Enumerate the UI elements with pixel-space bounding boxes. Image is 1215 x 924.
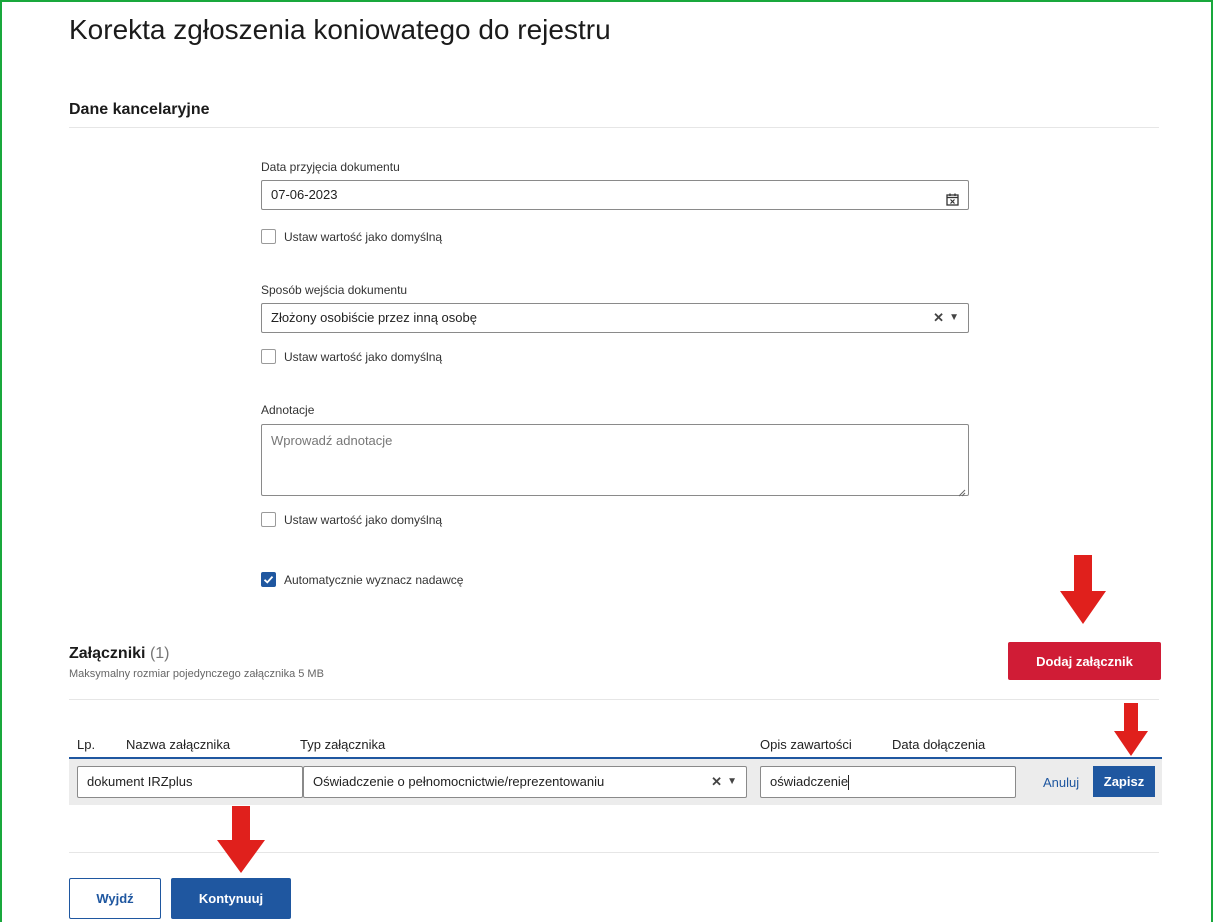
attachment-type-value: Oświadczenie o pełnomocnictwie/reprezent… bbox=[313, 774, 605, 789]
date-label: Data przyjęcia dokumentu bbox=[261, 160, 400, 174]
column-header-date: Data dołączenia bbox=[892, 737, 986, 752]
attachment-name-input[interactable]: dokument IRZplus bbox=[77, 766, 303, 798]
notes-default-row: Ustaw wartość jako domyślną bbox=[261, 512, 442, 527]
annotation-arrow-continue bbox=[217, 806, 265, 873]
column-header-name: Nazwa załącznika bbox=[126, 737, 231, 752]
attachment-type-select[interactable]: Oświadczenie o pełnomocnictwie/reprezent… bbox=[303, 766, 747, 798]
chevron-down-icon[interactable]: ▼ bbox=[727, 767, 737, 797]
page-title: Korekta zgłoszenia koniowatego do rejest… bbox=[69, 14, 611, 45]
text-cursor bbox=[848, 775, 850, 791]
resize-handle-icon[interactable] bbox=[958, 485, 966, 497]
attachments-subtitle: Maksymalny rozmiar pojedynczego załączni… bbox=[69, 668, 324, 680]
method-default-label: Ustaw wartość jako domyślną bbox=[284, 349, 443, 364]
method-default-row: Ustaw wartość jako domyślną bbox=[261, 349, 442, 364]
date-value: 07-06-2023 bbox=[271, 187, 338, 202]
save-button[interactable]: Zapisz bbox=[1093, 766, 1155, 797]
attachment-description-value: oświadczenie bbox=[770, 774, 849, 789]
column-header-type: Typ załącznika bbox=[300, 737, 386, 752]
notes-default-checkbox[interactable] bbox=[261, 512, 276, 527]
auto-sender-checkbox[interactable] bbox=[261, 572, 276, 587]
chevron-down-icon[interactable]: ▼ bbox=[949, 304, 959, 332]
method-select[interactable]: Złożony osobiście przez inną osobę ✕ ▼ bbox=[261, 303, 969, 333]
attachments-count: (1) bbox=[149, 645, 170, 662]
attachments-title: Załączniki (1) bbox=[69, 645, 170, 663]
add-attachment-button[interactable]: Dodaj załącznik bbox=[1008, 642, 1161, 680]
column-header-description: Opis zawartości bbox=[760, 737, 852, 752]
attachments-divider bbox=[69, 699, 1159, 700]
date-default-row: Ustaw wartość jako domyślną bbox=[261, 229, 442, 244]
attachment-description-input[interactable]: oświadczenie bbox=[760, 766, 1016, 798]
section-divider bbox=[69, 127, 1159, 128]
method-value: Złożony osobiście przez inną osobę bbox=[271, 310, 477, 325]
annotation-arrow-save bbox=[1114, 703, 1148, 756]
section-title: Dane kancelaryjne bbox=[69, 101, 210, 118]
continue-button[interactable]: Kontynuuj bbox=[171, 878, 291, 919]
notes-label: Adnotacje bbox=[261, 403, 315, 417]
auto-sender-label: Automatycznie wyznacz nadawcę bbox=[284, 572, 464, 587]
date-default-checkbox[interactable] bbox=[261, 229, 276, 244]
notes-placeholder: Wprowadź adnotacje bbox=[271, 433, 393, 448]
notes-default-label: Ustaw wartość jako domyślną bbox=[284, 512, 443, 527]
checkmark-icon bbox=[263, 575, 274, 584]
cancel-link[interactable]: Anuluj bbox=[1043, 775, 1079, 790]
column-header-lp: Lp. bbox=[77, 737, 96, 752]
method-label: Sposób wejścia dokumentu bbox=[261, 283, 408, 297]
calendar-icon[interactable] bbox=[946, 188, 959, 206]
clear-icon[interactable]: ✕ bbox=[933, 304, 944, 332]
attachments-title-text: Załączniki bbox=[69, 645, 146, 662]
clear-icon[interactable]: ✕ bbox=[711, 767, 722, 797]
notes-textarea[interactable]: Wprowadź adnotacje bbox=[261, 424, 969, 497]
exit-button[interactable]: Wyjdź bbox=[69, 878, 161, 919]
annotation-arrow-add bbox=[1060, 555, 1106, 624]
date-default-label: Ustaw wartość jako domyślną bbox=[284, 229, 443, 244]
method-default-checkbox[interactable] bbox=[261, 349, 276, 364]
auto-sender-row: Automatycznie wyznacz nadawcę bbox=[261, 572, 463, 587]
date-input[interactable]: 07-06-2023 bbox=[261, 180, 969, 210]
